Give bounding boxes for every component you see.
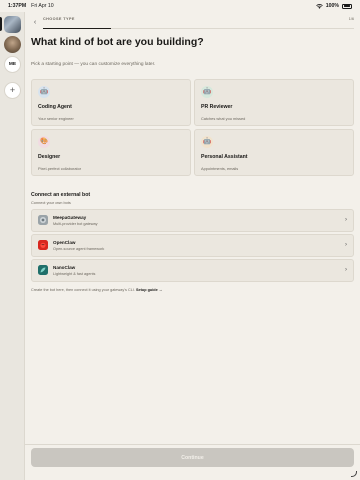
row-desc: Open-source agent framework	[53, 246, 105, 251]
workspace-avatar-1[interactable]	[4, 16, 21, 33]
external-bot-nanoclaw[interactable]: NanoClaw Lightweight & fast agents ›	[31, 259, 354, 282]
card-title: PR Reviewer	[201, 104, 233, 110]
bot-type-card-personal-assistant[interactable]: 🤖 Personal Assistant Appointments, email…	[194, 129, 354, 176]
card-desc: Catches what you missed	[201, 116, 246, 121]
robot-icon: 🤖	[38, 86, 50, 98]
bot-type-card-designer[interactable]: 🎨 Designer Pixel-perfect collaborator	[31, 129, 191, 176]
page-title: What kind of bot are you building?	[31, 36, 204, 48]
designer-icon: 🎨	[38, 136, 50, 148]
row-name: OpenClaw	[53, 240, 76, 245]
card-title: Designer	[38, 154, 61, 160]
row-name: NanoClaw	[53, 265, 76, 270]
setup-guide-link[interactable]: Setup guide →	[136, 288, 163, 292]
battery-percent: 100%	[325, 3, 339, 9]
bot-type-card-pr-reviewer[interactable]: 🤖 PR Reviewer Catches what you missed	[194, 79, 354, 126]
bot-type-card-coding-agent[interactable]: 🤖 Coding Agent Your senior engineer	[31, 79, 191, 126]
progress-bar	[43, 28, 354, 30]
card-title: Coding Agent	[38, 104, 72, 110]
page-subtitle: Pick a starting point — you can customiz…	[31, 62, 156, 67]
row-name: MeepaGateway	[53, 215, 87, 220]
external-bot-meepagateway[interactable]: MeepaGateway Multi-provider bot gateway …	[31, 209, 354, 232]
row-desc: Multi-provider bot gateway	[53, 221, 98, 226]
back-button[interactable]: ‹	[31, 17, 39, 27]
assistant-icon: 🤖	[201, 136, 213, 148]
status-time: 1:37PM	[8, 3, 27, 9]
me-button[interactable]: ME	[4, 56, 21, 73]
step-count: 1/6	[348, 17, 354, 21]
main-panel: ‹ CHOOSE TYPE 1/6 What kind of bot are y…	[25, 12, 360, 480]
reviewer-icon: 🤖	[201, 86, 213, 98]
workspace-avatar-2[interactable]	[4, 36, 21, 53]
nanoclaw-icon	[38, 265, 48, 276]
wizard-header: ‹ CHOOSE TYPE 1/6	[25, 16, 360, 30]
status-date: Fri Apr 10	[31, 3, 54, 9]
gateway-icon	[38, 215, 48, 226]
external-section-subtitle: Connect your own bots	[31, 200, 71, 205]
chevron-right-icon: ›	[345, 267, 347, 274]
bottom-divider	[25, 444, 360, 445]
external-bot-openclaw[interactable]: OpenClaw Open-source agent framework ›	[31, 234, 354, 257]
battery-icon	[342, 3, 352, 9]
add-workspace-button[interactable]: +	[4, 82, 21, 99]
external-section-title: Connect an external bot	[31, 192, 91, 198]
step-label: CHOOSE TYPE	[43, 17, 75, 21]
status-bar: 1:37PM Fri Apr 10 100%	[0, 0, 360, 12]
chevron-right-icon: ›	[345, 242, 347, 249]
external-bot-list: MeepaGateway Multi-provider bot gateway …	[31, 209, 354, 282]
card-desc: Your senior engineer	[38, 116, 74, 121]
active-indicator	[0, 17, 2, 31]
card-desc: Pixel-perfect collaborator	[38, 166, 82, 171]
card-desc: Appointments, emails	[201, 166, 239, 171]
bot-type-grid: 🤖 Coding Agent Your senior engineer 🤖 PR…	[31, 79, 354, 176]
workspace-rail: ME +	[0, 12, 25, 480]
status-right: 100%	[315, 3, 352, 9]
footnote: Create the bot here, then connect it usi…	[31, 288, 163, 292]
card-title: Personal Assistant	[201, 154, 248, 160]
footnote-text: Create the bot here, then connect it usi…	[31, 288, 135, 292]
resize-handle[interactable]	[351, 471, 357, 477]
wifi-icon	[315, 3, 323, 9]
openclaw-icon	[38, 240, 48, 251]
progress-fill	[43, 28, 112, 30]
continue-button[interactable]: Continue	[31, 448, 354, 467]
row-desc: Lightweight & fast agents	[53, 271, 96, 276]
chevron-right-icon: ›	[345, 217, 347, 224]
